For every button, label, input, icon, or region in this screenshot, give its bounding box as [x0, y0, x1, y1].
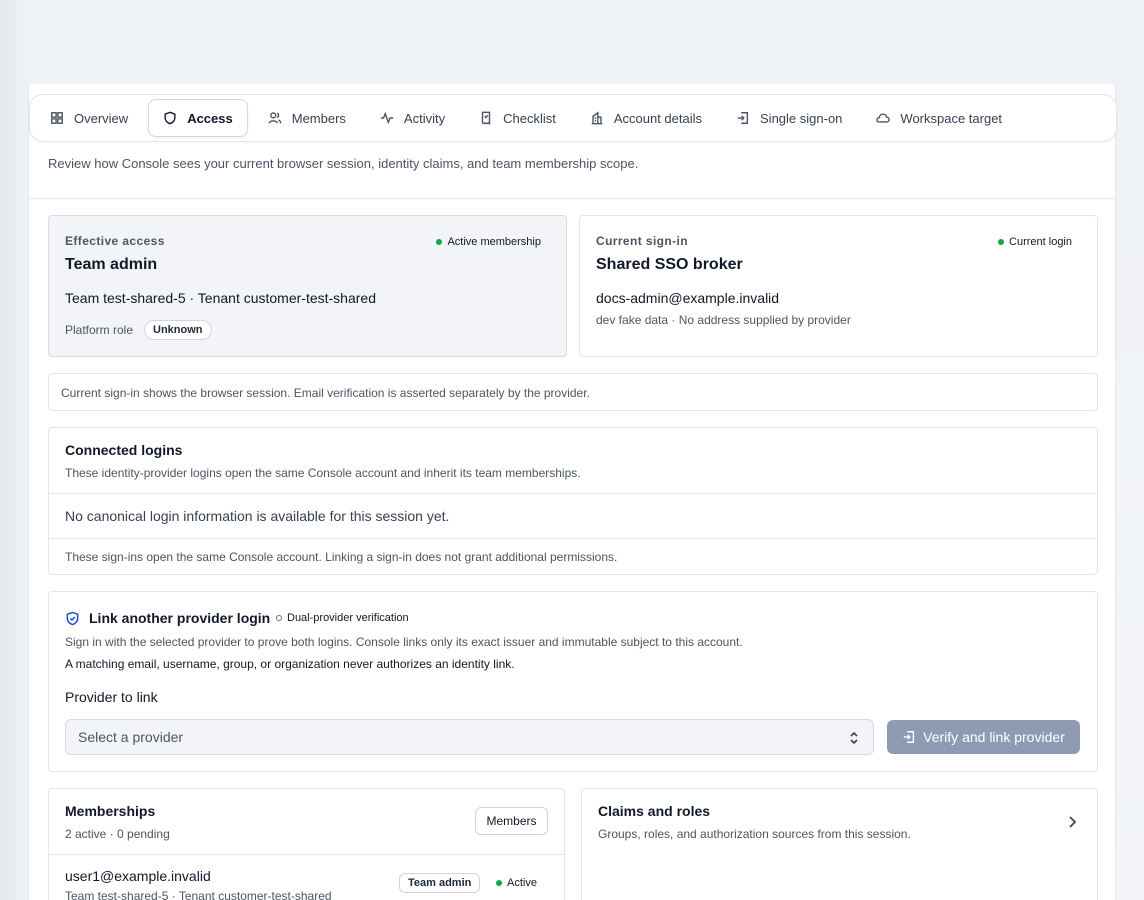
chevron-updown-icon [850, 731, 858, 745]
section-title: Claims and roles [598, 803, 711, 819]
tab-single-sign-on[interactable]: Single sign-on [722, 99, 856, 137]
intro-text: Review how Console sees your current bro… [48, 156, 639, 171]
tab-access[interactable]: Access [148, 99, 248, 137]
memberships-card: Memberships 2 active · 0 pending Members… [48, 788, 565, 900]
member-email: user1@example.invalid [65, 868, 211, 884]
claims-card[interactable]: Claims and roles Groups, roles, and auth… [581, 788, 1098, 900]
tab-label: Account details [613, 110, 703, 126]
verify-link-button[interactable]: Verify and link provider [887, 720, 1080, 754]
card-title: Shared SSO broker [596, 256, 743, 273]
role-badge: Team admin [399, 873, 481, 893]
tab-label: Access [187, 110, 233, 126]
link-provider-card: Link another provider login Dual-provide… [48, 591, 1098, 772]
status-badge: Active membership [436, 236, 541, 248]
platform-role-label: Platform role [65, 323, 134, 337]
provider-field-label: Provider to link [65, 689, 158, 705]
provider-select[interactable]: Select a provider [65, 719, 874, 755]
grid-icon [51, 112, 63, 124]
divider [29, 198, 1117, 199]
card-title: Team admin [65, 256, 158, 273]
card-eyebrow: Effective access [65, 234, 165, 248]
status-dot [998, 239, 1005, 245]
building-icon [591, 111, 603, 125]
tab-workspace-target[interactable]: Workspace target [862, 99, 1016, 137]
status-dot [436, 239, 443, 245]
status-label: Active [507, 877, 537, 889]
members-button[interactable]: Members [475, 807, 548, 835]
divider [49, 538, 1097, 539]
tab-bar: Overview Access Members Activity Checkli… [29, 94, 1117, 142]
membership-row: user1@example.invalid Team test-shared-5… [49, 855, 564, 900]
divider [49, 493, 1097, 494]
member-scope: Team test-shared-5 · Tenant customer-tes… [65, 889, 332, 900]
button-label: Members [486, 814, 537, 828]
link-description: Sign in with the selected provider to pr… [65, 635, 743, 649]
membership-counts: 2 active · 0 pending [65, 827, 170, 841]
status-label: Active membership [447, 236, 541, 248]
member-status: Active [496, 877, 537, 889]
cloud-icon [876, 113, 891, 123]
access-panel: Overview Access Members Activity Checkli… [28, 84, 1117, 900]
tab-label: Activity [403, 110, 446, 126]
tab-label: Single sign-on [760, 110, 843, 126]
chevron-right-icon[interactable] [1067, 815, 1077, 829]
effective-access-card: Effective access Active membership Team … [48, 215, 567, 357]
shield-icon [66, 611, 79, 626]
tab-activity[interactable]: Activity [366, 99, 459, 137]
button-label: Verify and link provider [923, 729, 1065, 745]
platform-role-badge: Unknown [144, 320, 212, 340]
connected-logins-card: Connected logins These identity-provider… [48, 427, 1098, 575]
verification-badge: Dual-provider verification [276, 612, 409, 624]
session-note-text: Current sign-in shows the browser sessio… [61, 386, 590, 400]
left-backdrop [0, 0, 28, 900]
tab-members[interactable]: Members [254, 99, 360, 137]
section-title: Connected logins [65, 442, 183, 458]
section-title: Link another provider login [89, 610, 271, 626]
status-label: Current login [1009, 236, 1072, 248]
shield-icon [164, 111, 176, 125]
section-footer: These sign-ins open the same Console acc… [65, 550, 618, 564]
badge-dot [276, 615, 282, 621]
session-note: Current sign-in shows the browser sessio… [48, 373, 1098, 411]
scope-text: Team test-shared-5 · Tenant customer-tes… [65, 290, 376, 306]
card-eyebrow: Current sign-in [596, 234, 688, 248]
tab-label: Overview [74, 110, 129, 126]
select-placeholder: Select a provider [78, 729, 184, 745]
section-subtitle: These identity-provider logins open the … [65, 466, 581, 480]
tab-label: Members [291, 110, 346, 126]
sign-in-icon [737, 112, 749, 124]
link-warning: A matching email, username, group, or or… [65, 657, 515, 671]
section-title: Memberships [65, 803, 156, 819]
status-dot [496, 880, 502, 886]
empty-state: No canonical login information is availa… [65, 508, 450, 524]
sign-in-icon [903, 731, 915, 743]
tab-account-details[interactable]: Account details [576, 99, 716, 137]
current-signin-card: Current sign-in Current login Shared SSO… [579, 215, 1098, 357]
tab-label: Checklist [503, 110, 556, 126]
signin-note: dev fake data · No address supplied by p… [596, 313, 851, 327]
tab-overview[interactable]: Overview [36, 99, 142, 137]
signin-email: docs-admin@example.invalid [596, 290, 780, 306]
badge-label: Dual-provider verification [287, 612, 409, 624]
tab-label: Workspace target [900, 110, 1003, 126]
checklist-icon [481, 111, 491, 125]
status-badge: Current login [998, 236, 1072, 248]
users-icon [268, 112, 282, 124]
tab-checklist[interactable]: Checklist [465, 99, 570, 137]
activity-icon [380, 111, 394, 125]
section-subtitle: Groups, roles, and authorization sources… [598, 827, 911, 841]
